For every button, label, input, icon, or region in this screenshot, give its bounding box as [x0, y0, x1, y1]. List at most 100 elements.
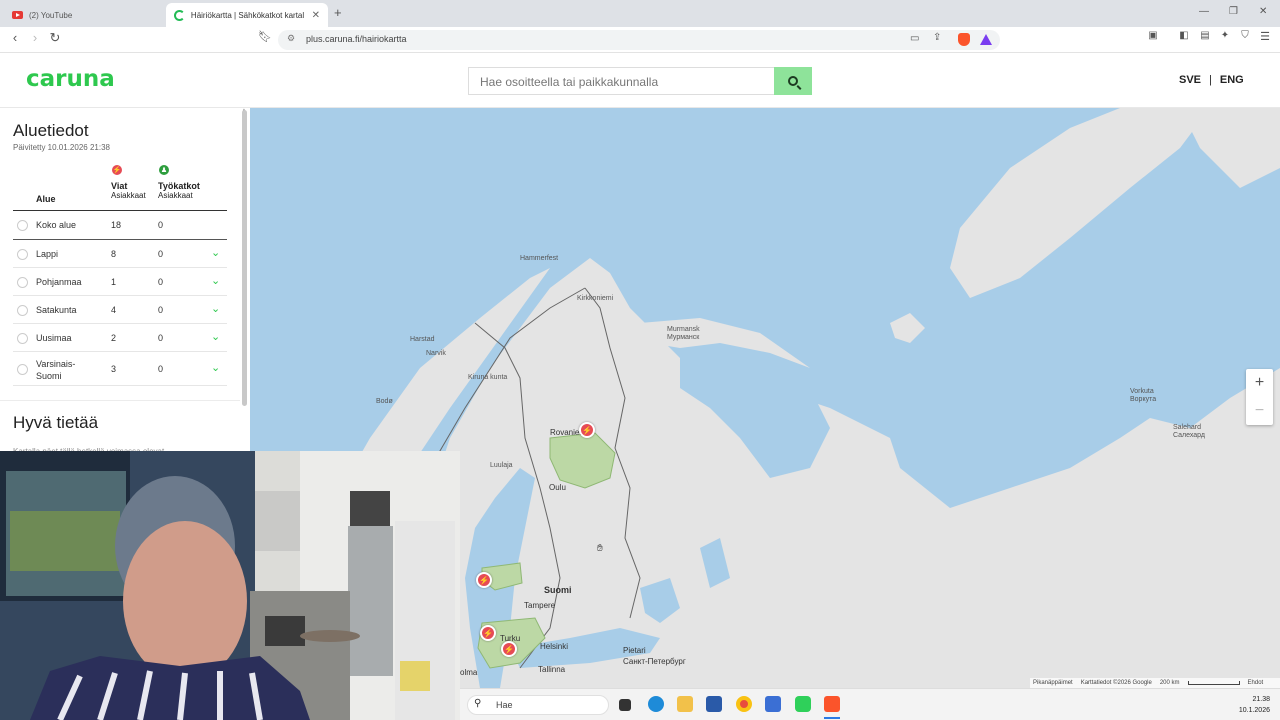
file-explorer-icon[interactable] — [677, 696, 693, 712]
forward-icon[interactable]: › — [26, 30, 44, 45]
map-label-tampere: Tampere — [524, 601, 556, 610]
outage-marker-satakunta[interactable]: ⚡ — [476, 572, 492, 588]
outage-marker-varsinais-suomi[interactable]: ⚡ — [501, 641, 517, 657]
fault-count: 4 — [111, 305, 117, 315]
brave-rewards-icon[interactable] — [980, 34, 992, 45]
menu-icon[interactable]: ☰ — [1256, 30, 1274, 43]
store-icon[interactable] — [706, 696, 722, 712]
fault-count: 3 — [111, 364, 117, 374]
youtube-icon — [12, 11, 23, 19]
area-name: Varsinais-Suomi — [36, 359, 76, 381]
site-info-icon[interactable]: ⚙ — [287, 33, 295, 44]
col-work-header: Työkatkot Asiakkaat — [158, 181, 200, 200]
reader-icon[interactable]: ▣ — [1144, 30, 1162, 41]
outlook-icon[interactable] — [765, 696, 781, 712]
chevron-down-icon[interactable]: ⌄ — [211, 330, 220, 343]
section-divider — [0, 400, 240, 401]
map-label-helsinki: Helsinki — [540, 642, 569, 651]
map-attribution: Pikanäppäimet Karttatiedot ©2026 Google … — [1030, 678, 1280, 688]
address-search-input[interactable]: Hae osoitteella tai paikkakunnalla — [468, 67, 775, 95]
area-radio[interactable] — [17, 277, 28, 288]
brave-shields-icon[interactable] — [958, 33, 970, 46]
leo-ai-icon[interactable]: ✦ — [1216, 30, 1234, 41]
reload-icon[interactable]: ↻ — [46, 30, 64, 46]
chrome-icon[interactable] — [736, 696, 752, 712]
col-area-header: Alue — [36, 194, 56, 204]
area-radio[interactable] — [17, 249, 28, 260]
minimize-button[interactable]: — — [1199, 6, 1209, 17]
tab-youtube[interactable]: (2) YouTube — [4, 3, 164, 27]
chevron-down-icon[interactable]: ⌄ — [211, 361, 220, 374]
area-name: Koko alue — [36, 220, 77, 230]
app-icon[interactable] — [795, 696, 811, 712]
map-label-harstad: Harstad — [410, 336, 435, 343]
task-view-icon[interactable] — [619, 699, 631, 711]
scale-bar — [1187, 681, 1240, 685]
bookmark-icon[interactable]: 🔖︎ — [256, 30, 274, 43]
lang-sve-link[interactable]: SVE — [1179, 74, 1201, 86]
chevron-down-icon[interactable]: ⌄ — [211, 302, 220, 315]
table-row-satakunta[interactable]: Satakunta 4 0 ⌄ — [13, 296, 227, 324]
search-button[interactable] — [774, 67, 812, 95]
work-count: 0 — [158, 277, 164, 287]
work-count: 0 — [158, 364, 164, 374]
table-row-uusimaa[interactable]: Uusimaa 2 0 ⌄ — [13, 324, 227, 352]
site-header: caruna Hae osoitteella tai paikkakunnall… — [0, 53, 1280, 108]
new-tab-button[interactable]: + — [334, 5, 342, 20]
area-radio[interactable] — [17, 364, 28, 375]
map-label-hammerfest: Hammerfest — [520, 255, 559, 262]
keyboard-shortcuts-link[interactable]: Pikanäppäimet — [1033, 680, 1073, 686]
chevron-down-icon[interactable]: ⌄ — [211, 246, 220, 259]
table-row-pohjanmaa[interactable]: Pohjanmaa 1 0 ⌄ — [13, 268, 227, 296]
map-label-kiruna: Kiruna kunta — [468, 374, 508, 381]
webcam-video-frame — [0, 451, 460, 720]
lang-separator: | — [1209, 74, 1212, 86]
close-tab-icon[interactable]: ✕ — [312, 10, 320, 21]
taskbar-clock[interactable]: 21.38 10.1.2026 — [1230, 694, 1270, 716]
address-bar[interactable]: ⚙ plus.caruna.fi/hairiokartta ▭ ⇪ — [278, 30, 1000, 50]
area-name: Lappi — [36, 249, 59, 259]
area-name: Pohjanmaa — [36, 277, 82, 287]
outage-marker-turku[interactable]: ⚡ — [480, 625, 496, 641]
back-icon[interactable]: ‹ — [6, 30, 24, 45]
map-zoom-control: + − — [1246, 369, 1273, 425]
table-row-koko-alue[interactable]: Koko alue 18 0 — [13, 211, 227, 240]
close-window-button[interactable]: ✕ — [1259, 6, 1267, 17]
terms-link[interactable]: Ehdot — [1248, 680, 1264, 686]
zoom-out-button[interactable]: − — [1246, 397, 1273, 425]
table-row-varsinais-suomi[interactable]: Varsinais-Suomi 3 0 ⌄ — [13, 352, 227, 386]
area-radio[interactable] — [17, 305, 28, 316]
vpn-icon[interactable]: ⛉ — [1236, 30, 1254, 41]
table-row-lappi[interactable]: Lappi 8 0 ⌄ — [13, 240, 227, 268]
restore-button[interactable]: ❐ — [1229, 6, 1238, 17]
edge-icon[interactable] — [648, 696, 664, 712]
hand-cursor-icon: ✋︎ — [597, 543, 603, 554]
cast-icon[interactable]: ▭ — [910, 33, 919, 44]
caruna-logo[interactable]: caruna — [26, 66, 115, 92]
panel-title: Aluetiedot — [13, 121, 89, 140]
wallet-icon[interactable]: ▤ — [1196, 30, 1214, 41]
tab-hairiokartta[interactable]: Häiriökartta | Sähkökatkot kartal ✕ — [166, 3, 328, 27]
map-label-vorkuta: Vorkuta Воркута — [1130, 388, 1157, 403]
taskbar-search[interactable]: Hae — [467, 695, 609, 715]
work-count: 0 — [158, 305, 164, 315]
tab-title: (2) YouTube — [29, 10, 73, 20]
chevron-down-icon[interactable]: ⌄ — [211, 274, 220, 287]
area-radio[interactable] — [17, 220, 28, 231]
browser-tab-strip: (2) YouTube Häiriökartta | Sähkökatkot k… — [0, 0, 1280, 27]
zoom-in-button[interactable]: + — [1246, 369, 1273, 397]
work-count: 0 — [158, 333, 164, 343]
lang-eng-link[interactable]: ENG — [1220, 74, 1244, 86]
sidebar-icon[interactable]: ◧ — [1175, 30, 1193, 41]
map-label-suomi: Suomi — [544, 585, 572, 595]
url-text: plus.caruna.fi/hairiokartta — [306, 34, 407, 44]
share-icon[interactable]: ⇪ — [933, 32, 941, 43]
brave-icon[interactable] — [824, 696, 840, 712]
map-label-pietari: Pietari Санкт-Петербург — [623, 646, 686, 666]
outage-marker-rovaniemi[interactable]: ⚡ — [579, 422, 595, 438]
browser-toolbar: ‹ › ↻ 🔖︎ ⚙ plus.caruna.fi/hairiokartta ▭… — [0, 27, 1280, 53]
area-radio[interactable] — [17, 333, 28, 344]
webcam-overlay — [0, 451, 460, 720]
panel-scrollbar[interactable] — [242, 110, 247, 406]
language-switcher: SVE | ENG — [1179, 74, 1244, 86]
